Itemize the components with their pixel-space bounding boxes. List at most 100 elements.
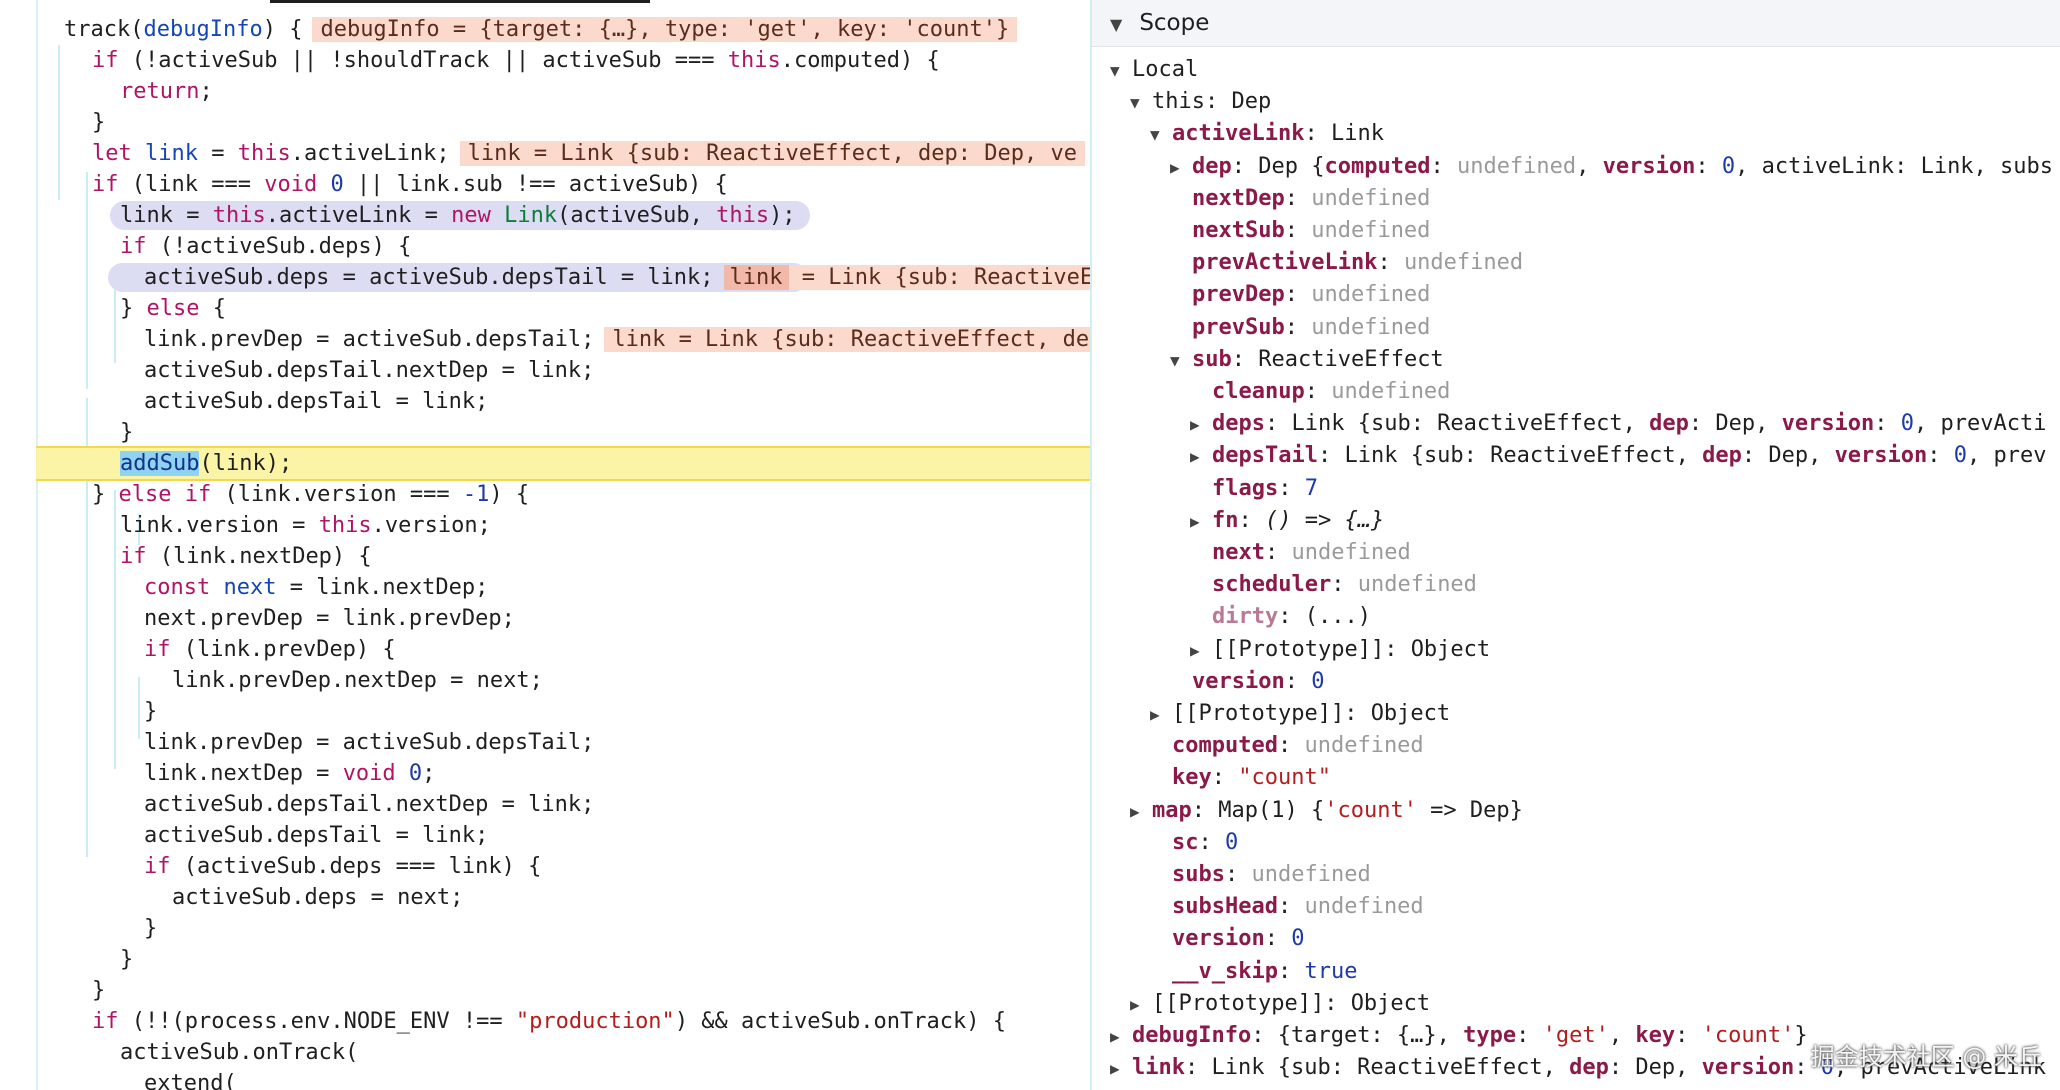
- code-line[interactable]: if (link === void 0 || link.sub !== acti…: [0, 169, 1090, 200]
- scope-property-key: next: [1212, 540, 1265, 565]
- expand-down-icon[interactable]: ▼: [1110, 55, 1132, 87]
- code-line[interactable]: link.prevDep.nextDep = next;: [0, 665, 1090, 696]
- scope-property-key: debugInfo: [1132, 1023, 1252, 1048]
- scope-property-value: : Dep,: [1688, 411, 1782, 437]
- scope-property-row[interactable]: ▶ debugInfo: {target: {…}, type: 'get', k…: [1110, 1020, 1808, 1052]
- code-line[interactable]: activeSub.deps = next;: [0, 882, 1090, 913]
- code-line[interactable]: if (!activeSub || !shouldTrack || active…: [0, 45, 1090, 76]
- chevron-down-icon[interactable]: ▼: [1110, 2, 1132, 48]
- scope-header[interactable]: ▼ Scope: [1092, 0, 2060, 47]
- code-token: const: [144, 575, 211, 600]
- scope-property-value: :: [1430, 153, 1457, 179]
- inline-value-preview[interactable]: link = Link {sub: ReactiveEffect, de: [604, 327, 1090, 352]
- code-line[interactable]: next.prevDep = link.prevDep;: [0, 603, 1090, 634]
- scope-property-row[interactable]: ▶ [[Prototype]]: Object: [1150, 698, 1450, 730]
- code-line[interactable]: link.prevDep = activeSub.depsTail;: [0, 727, 1090, 758]
- scope-property-value: , prev: [1967, 443, 2047, 469]
- scope-property-key: map: [1152, 797, 1192, 823]
- scope-separator: :: [1317, 443, 1345, 469]
- scope-property-row[interactable]: ▶ fn: () => {…}: [1190, 505, 1384, 537]
- code-line[interactable]: if (!activeSub.deps) {: [0, 231, 1090, 262]
- inline-value-preview[interactable]: link = Link {sub: ReactiveE: [723, 265, 1090, 290]
- code-line[interactable]: }: [0, 417, 1090, 448]
- code-line[interactable]: activeSub.depsTail.nextDep = link;: [0, 355, 1090, 386]
- scope-property-row[interactable]: ▼ this: Dep: [1130, 86, 1271, 118]
- code-line[interactable]: if (link.nextDep) {: [0, 541, 1090, 572]
- scope-property-value: "count": [1238, 765, 1331, 791]
- code-line[interactable]: link.nextDep = void 0;: [0, 758, 1090, 789]
- scope-property-value: => Dep}: [1416, 797, 1523, 823]
- code-line[interactable]: if (link.prevDep) {: [0, 634, 1090, 665]
- scope-property-value: undefined: [1357, 572, 1477, 598]
- scope-separator: :: [1264, 540, 1292, 565]
- scope-property-row[interactable]: ▶ map: Map(1) {'count' => Dep}: [1130, 795, 1523, 827]
- code-line[interactable]: link = this.activeLink = new Link(active…: [0, 200, 1090, 231]
- code-line[interactable]: activeSub.depsTail.nextDep = link;: [0, 789, 1090, 820]
- scope-property-value: undefined: [1291, 540, 1411, 565]
- scope-property-row[interactable]: ▼ activeLink: Link: [1150, 118, 1384, 150]
- code-line[interactable]: return;: [0, 76, 1090, 107]
- scope-separator: :: [1344, 701, 1371, 726]
- code-line[interactable]: link.prevDep = activeSub.depsTail; link =…: [0, 324, 1090, 355]
- code-token: extend(: [144, 1071, 237, 1090]
- code-line[interactable]: activeSub.onTrack(: [0, 1037, 1090, 1068]
- scope-property-value: Dep {: [1258, 153, 1325, 179]
- scope-property-row[interactable]: ▶ deps: Link {sub: ReactiveEffect, dep: D…: [1190, 408, 2047, 440]
- expand-down-icon[interactable]: ▼: [1150, 119, 1172, 151]
- code-line[interactable]: }: [0, 913, 1090, 944]
- code-line[interactable]: } else if (link.version === -1) {: [0, 479, 1090, 510]
- code-line[interactable]: activeSub.depsTail = link;: [0, 820, 1090, 851]
- expand-down-icon[interactable]: ▼: [1130, 87, 1152, 119]
- scope-property-row: flags: 7: [1190, 473, 1318, 505]
- code-line[interactable]: } else {: [0, 293, 1090, 324]
- expand-right-icon[interactable]: ▶: [1190, 635, 1212, 667]
- expand-right-icon[interactable]: ▶: [1110, 1053, 1132, 1085]
- expand-right-icon[interactable]: ▶: [1150, 699, 1172, 731]
- scope-property-row[interactable]: ▶ dep: Dep {computed: undefined, version:…: [1170, 151, 2053, 183]
- expand-right-icon[interactable]: ▶: [1110, 1021, 1132, 1053]
- code-line[interactable]: let link = this.activeLink; link = Link {…: [0, 138, 1090, 169]
- scope-property-row[interactable]: ▶ depsTail: Link {sub: ReactiveEffect, de…: [1190, 440, 2047, 472]
- code-line[interactable]: if (!!(process.env.NODE_ENV !== "product…: [0, 1006, 1090, 1037]
- code-line[interactable]: }: [0, 107, 1090, 138]
- scope-property-value: 0: [1225, 829, 1239, 855]
- scope-property-row: __v_skip: true: [1150, 956, 1357, 988]
- code-token: activeSub.deps = activeSub.depsTail = li…: [144, 265, 714, 290]
- code-line[interactable]: const next = link.nextDep;: [0, 572, 1090, 603]
- code-token: ;: [199, 79, 213, 104]
- code-line[interactable]: }: [0, 696, 1090, 727]
- code-line[interactable]: addSub(link);: [0, 448, 1090, 479]
- code-token: {: [199, 296, 226, 321]
- code-line[interactable]: extend(: [0, 1068, 1090, 1090]
- code-line[interactable]: activeSub.deps = activeSub.depsTail = li…: [0, 262, 1090, 293]
- scope-property-row[interactable]: ▼ sub: ReactiveEffect: [1170, 344, 1444, 376]
- expand-right-icon[interactable]: ▶: [1170, 152, 1192, 184]
- inline-value-preview[interactable]: debugInfo = {target: {…}, type: 'get', k…: [312, 17, 1018, 42]
- scope-property-value: :: [1675, 1023, 1702, 1048]
- expand-down-icon[interactable]: ▼: [1170, 345, 1192, 377]
- code-token: activeSub.deps = next;: [172, 885, 464, 910]
- expand-right-icon[interactable]: ▶: [1190, 441, 1212, 473]
- scope-property-value: Link {sub: ReactiveEffect,: [1211, 1055, 1570, 1081]
- scope-property-row[interactable]: ▶ [[Prototype]]: Object: [1130, 988, 1430, 1020]
- scope-property-value: undefined: [1304, 894, 1424, 920]
- code-line[interactable]: track(debugInfo) {debugInfo = {target: {…: [0, 14, 1090, 45]
- scope-property-row[interactable]: ▶ [[Prototype]]: Object: [1190, 634, 1490, 666]
- scope-property-row: sc: 0: [1150, 827, 1238, 859]
- source-code-panel[interactable]: track(debugInfo) {debugInfo = {target: {…: [0, 0, 1090, 1090]
- expand-right-icon[interactable]: ▶: [1130, 989, 1152, 1021]
- code-line[interactable]: activeSub.depsTail = link;: [0, 386, 1090, 417]
- expand-right-icon[interactable]: ▶: [1130, 796, 1152, 828]
- code-line[interactable]: }: [0, 944, 1090, 975]
- code-line[interactable]: link.version = this.version;: [0, 510, 1090, 541]
- scope-property-row[interactable]: ▼ Local: [1110, 54, 1198, 86]
- inline-value-preview[interactable]: link = Link {sub: ReactiveEffect, dep: D…: [459, 141, 1085, 166]
- code-line[interactable]: }: [0, 975, 1090, 1006]
- expand-right-icon[interactable]: ▶: [1190, 409, 1212, 441]
- scope-property-row: nextSub: undefined: [1170, 215, 1430, 247]
- code-token: }: [144, 916, 158, 941]
- code-token: .version;: [371, 513, 491, 538]
- expand-right-icon[interactable]: ▶: [1190, 506, 1212, 538]
- code-line[interactable]: if (activeSub.deps === link) {: [0, 851, 1090, 882]
